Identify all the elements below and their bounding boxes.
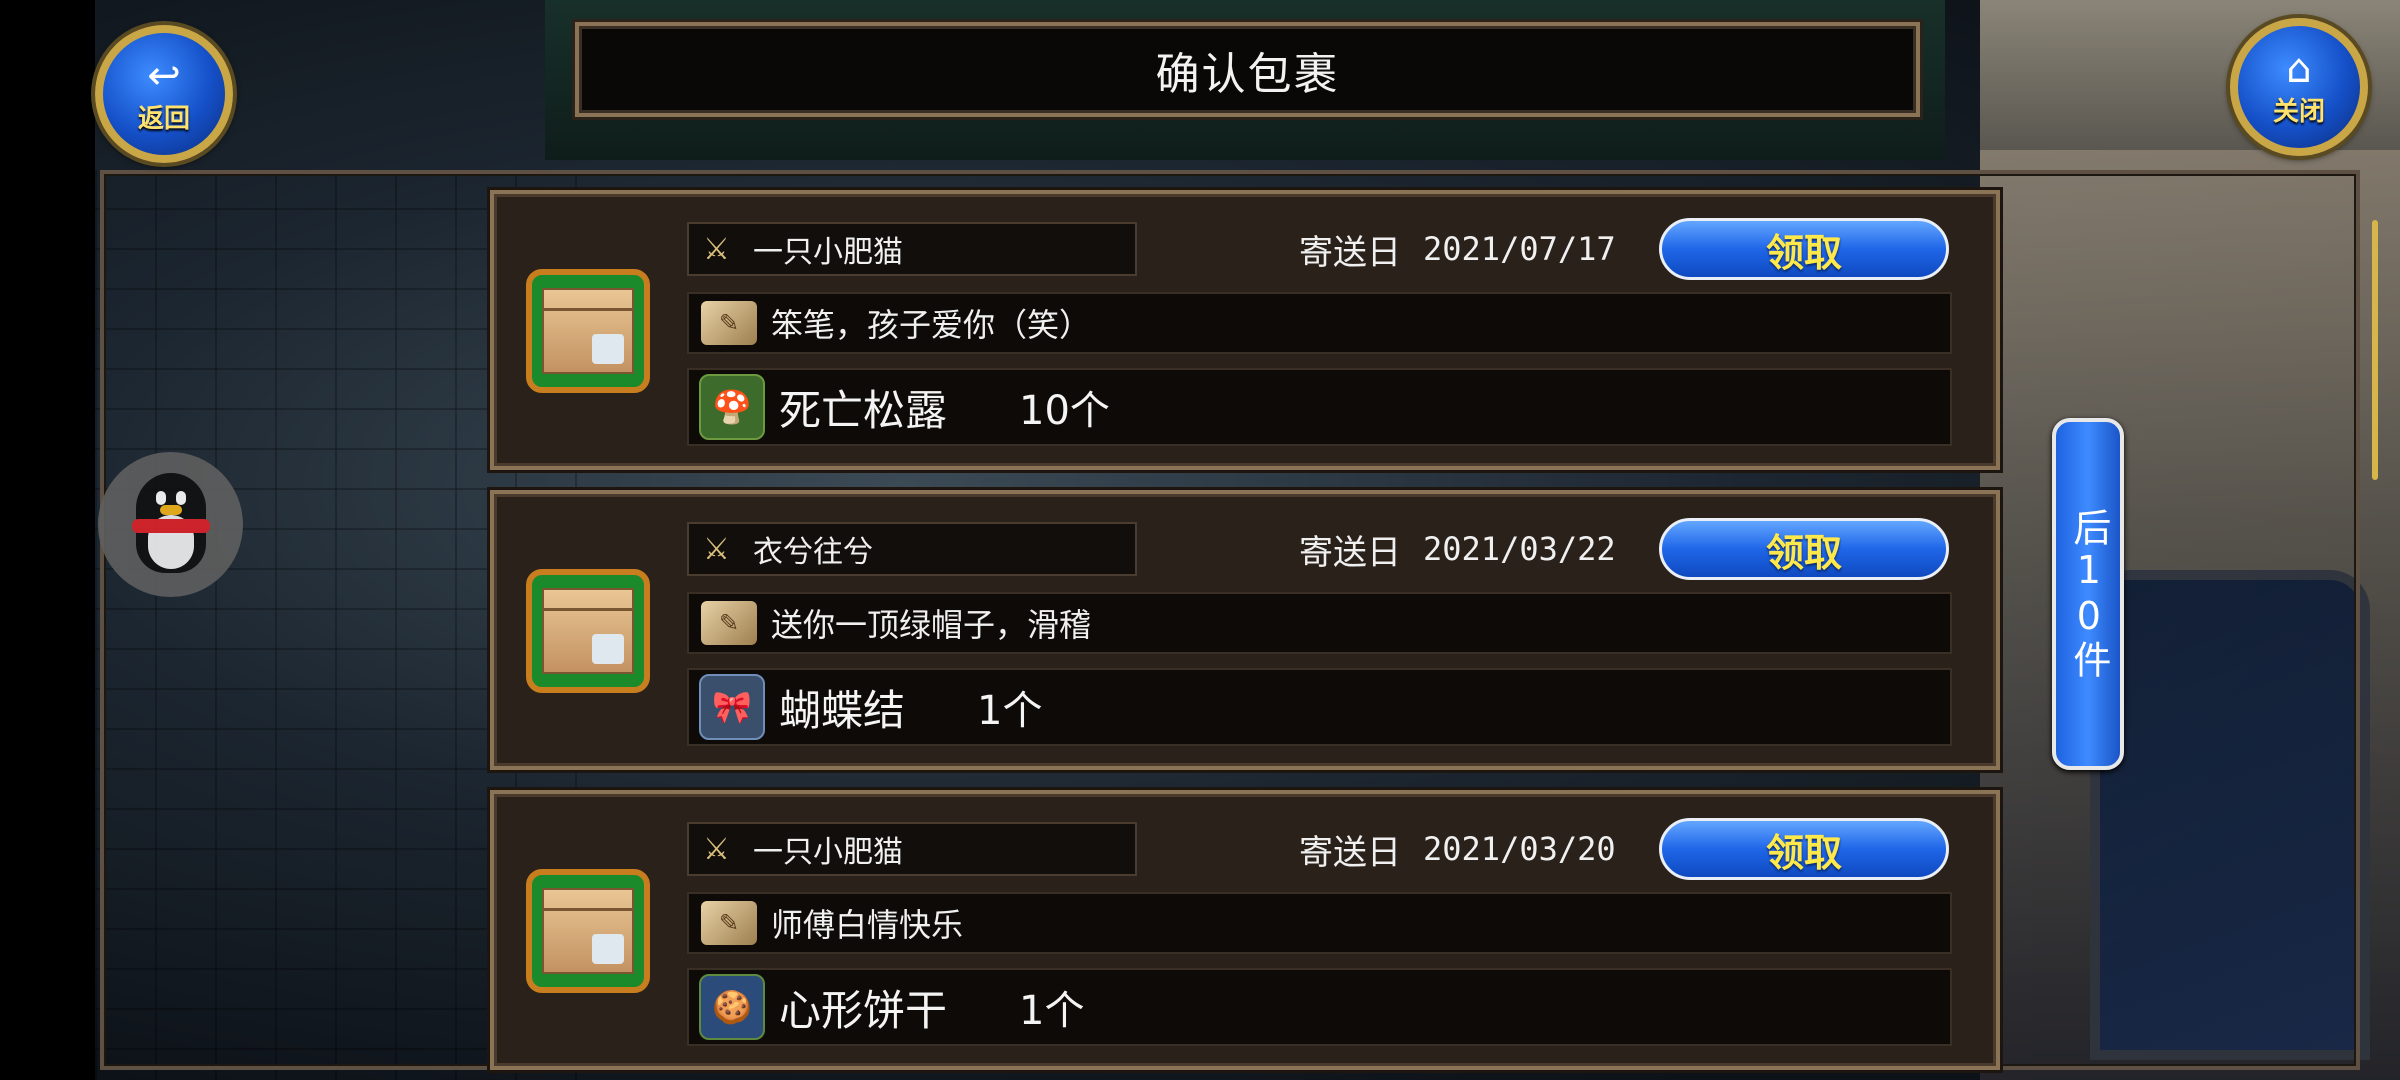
item-quantity: 1个 [977, 688, 1043, 734]
message-field: ✎ 送你一顶绿帽子，滑稽 [687, 592, 1952, 654]
scroll-icon: ✎ [701, 901, 757, 945]
sender-icon: ⚔ [703, 831, 730, 867]
message-text: 笨笔，孩子爱你（笑） [771, 306, 1092, 344]
back-arrow-icon: ↩ [147, 52, 181, 99]
item-name: 蝴蝶结 [779, 685, 906, 735]
send-date: 寄送日 2021/03/22 [1299, 522, 1616, 576]
parcel-card: ⚔ 一只小肥猫 寄送日 2021/07/17 领取 ✎ 笨笔，孩子爱你（笑） 🍄… [490, 190, 2000, 470]
item-field: 🍄 死亡松露 10个 [687, 368, 1952, 446]
claim-button[interactable]: 领取 [1659, 818, 1949, 880]
sender-icon: ⚔ [703, 531, 730, 567]
item-quantity: 1个 [1019, 988, 1085, 1034]
close-button[interactable]: ⌂ 关闭 [2230, 18, 2368, 156]
send-date-label: 寄送日 [1299, 832, 1401, 873]
item-name: 心形饼干 [779, 985, 948, 1035]
back-button[interactable]: ↩ 返回 [95, 25, 233, 163]
sender-name: 一只小肥猫 [753, 835, 903, 870]
sender-field: ⚔ 一只小肥猫 [687, 222, 1137, 276]
scroll-icon: ✎ [701, 601, 757, 645]
send-date: 寄送日 2021/03/20 [1299, 822, 1616, 876]
home-icon: ⌂ [2286, 45, 2312, 92]
parcel-box-icon [526, 269, 650, 393]
sender-field: ⚔ 衣兮往兮 [687, 522, 1137, 576]
qq-floating-button[interactable] [98, 452, 243, 597]
truffle-icon: 🍄 [699, 374, 765, 440]
page-title: 确认包裹 [1155, 48, 1340, 100]
title-bar: 确认包裹 [575, 22, 1920, 117]
sender-icon: ⚔ [703, 231, 730, 267]
scroll-icon: ✎ [701, 301, 757, 345]
send-date-label: 寄送日 [1299, 232, 1401, 273]
close-label: 关闭 [2272, 96, 2325, 127]
next-page-label: 后10件 [2066, 508, 2111, 680]
item-field: 🎀 蝴蝶结 1个 [687, 668, 1952, 746]
send-date-value: 2021/07/17 [1423, 230, 1616, 268]
sender-name: 一只小肥猫 [753, 235, 903, 270]
parcel-box-icon [526, 569, 650, 693]
message-field: ✎ 笨笔，孩子爱你（笑） [687, 292, 1952, 354]
parcel-card: ⚔ 一只小肥猫 寄送日 2021/03/20 领取 ✎ 师傅白情快乐 🍪 心形饼… [490, 790, 2000, 1070]
send-date: 寄送日 2021/07/17 [1299, 222, 1616, 276]
scrollbar[interactable] [2372, 220, 2378, 480]
qq-penguin-icon [128, 472, 214, 577]
parcel-box-icon [526, 869, 650, 993]
item-name: 死亡松露 [779, 385, 948, 435]
claim-button[interactable]: 领取 [1659, 218, 1949, 280]
claim-label: 领取 [1765, 830, 1842, 875]
back-label: 返回 [137, 103, 190, 134]
claim-label: 领取 [1765, 230, 1842, 275]
parcel-card: ⚔ 衣兮往兮 寄送日 2021/03/22 领取 ✎ 送你一顶绿帽子，滑稽 🎀 … [490, 490, 2000, 770]
send-date-value: 2021/03/20 [1423, 830, 1616, 868]
sender-field: ⚔ 一只小肥猫 [687, 822, 1137, 876]
claim-label: 领取 [1765, 530, 1842, 575]
next-page-button[interactable]: 后10件 [2052, 418, 2124, 770]
item-field: 🍪 心形饼干 1个 [687, 968, 1952, 1046]
message-text: 送你一顶绿帽子，滑稽 [771, 606, 1092, 644]
message-text: 师傅白情快乐 [771, 906, 964, 944]
item-quantity: 10个 [1019, 388, 1110, 434]
message-field: ✎ 师傅白情快乐 [687, 892, 1952, 954]
cookie-icon: 🍪 [699, 974, 765, 1040]
claim-button[interactable]: 领取 [1659, 518, 1949, 580]
bow-icon: 🎀 [699, 674, 765, 740]
sender-name: 衣兮往兮 [753, 535, 873, 570]
send-date-value: 2021/03/22 [1423, 530, 1616, 568]
send-date-label: 寄送日 [1299, 532, 1401, 573]
